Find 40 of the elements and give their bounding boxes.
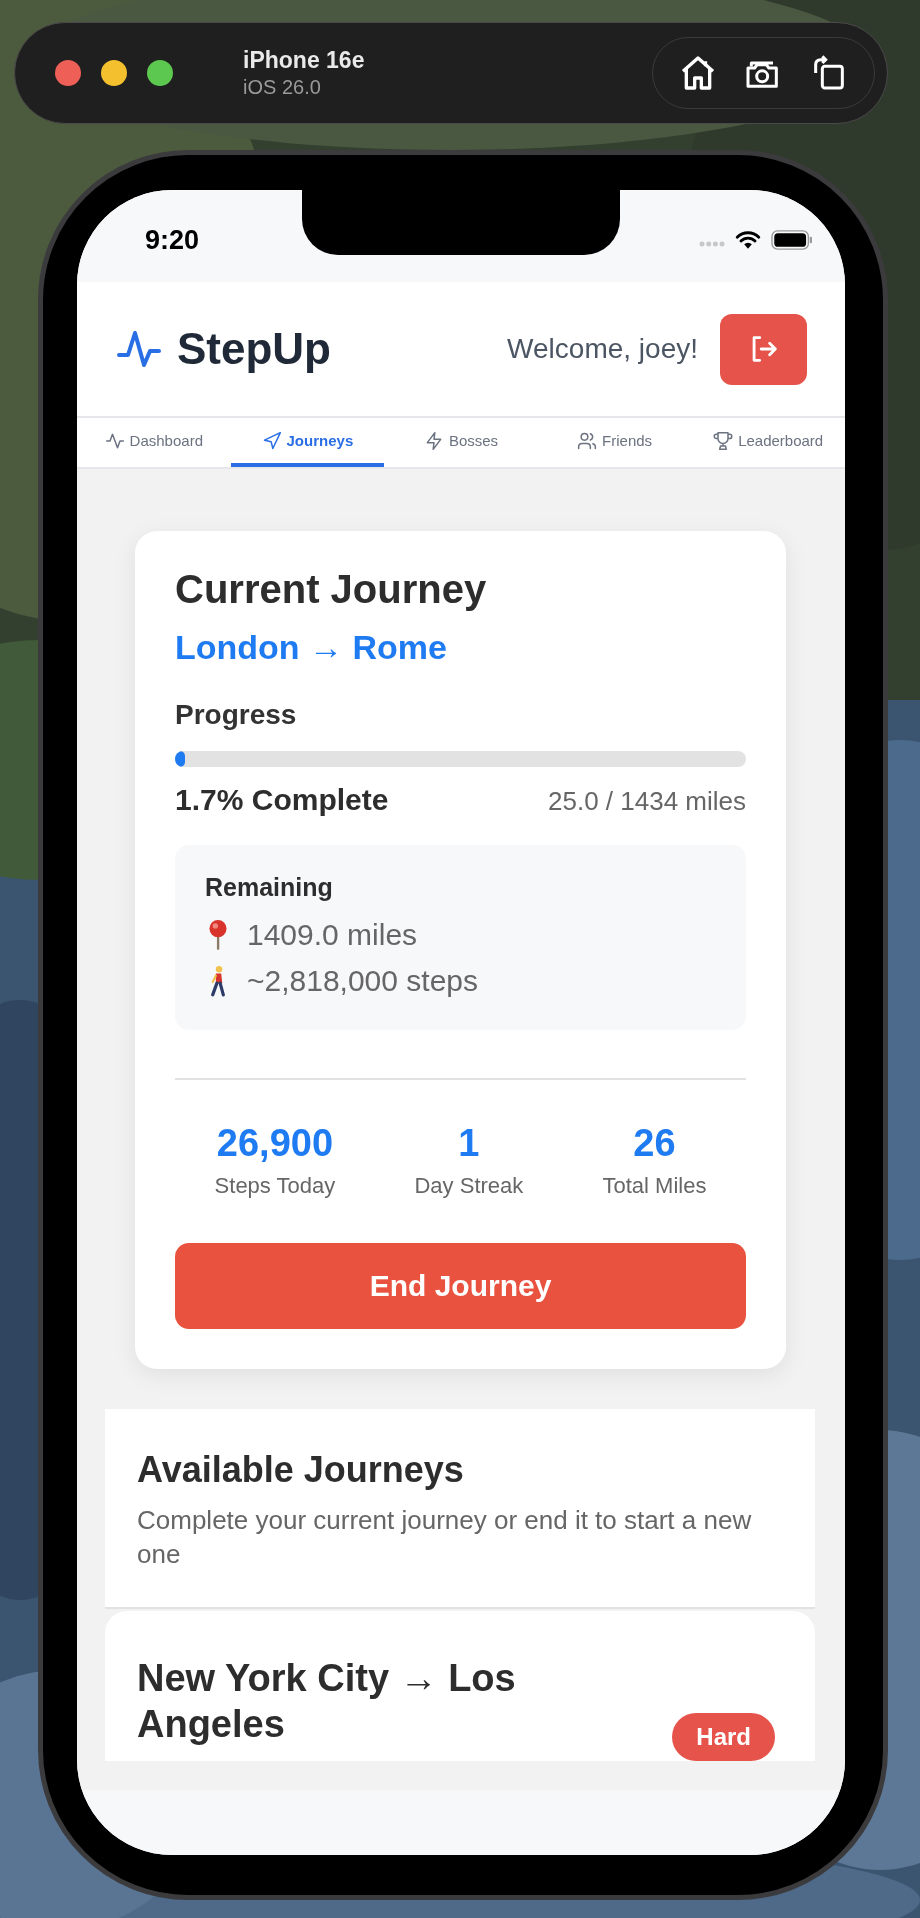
stat-label: Steps Today: [214, 1173, 336, 1199]
clock-time: 9:20: [145, 224, 200, 256]
trophy-icon: [713, 430, 734, 451]
welcome-text: Welcome, joey!: [507, 333, 698, 365]
stat-value: 1: [458, 1122, 480, 1165]
distance-text: 25.0 / 1434 miles: [548, 786, 746, 817]
section-title: Available Journeys: [137, 1449, 465, 1491]
remaining-title: Remaining: [205, 873, 334, 902]
stat-label: Day Streak: [414, 1173, 524, 1199]
percent-complete: 1.7% Complete: [175, 783, 389, 817]
zoom-button[interactable]: [147, 60, 173, 86]
end-journey-button[interactable]: End Journey: [175, 1243, 746, 1329]
nav-tab[interactable]: Bosses: [384, 418, 538, 467]
stat-value: 26,900: [216, 1122, 334, 1165]
pulse-icon: [117, 329, 161, 369]
progress-label: Progress: [175, 699, 298, 731]
navigation-arrow-icon: [261, 430, 282, 451]
section-subtitle: Complete your current journey or end it to start a new one: [137, 1504, 753, 1571]
route-text: London → Rome: [175, 628, 448, 667]
close-button[interactable]: [55, 60, 81, 86]
battery-icon: [771, 230, 813, 250]
device-name: iPhone 16e: [243, 47, 365, 74]
journey-list-card[interactable]: New York City → Los Angeles Hard: [105, 1611, 815, 1761]
nav-tab[interactable]: Friends: [537, 418, 692, 467]
nav-tab[interactable]: Dashboard: [77, 418, 231, 467]
os-version: iOS 26.0: [243, 76, 322, 99]
minimize-button[interactable]: [101, 60, 127, 86]
nav-tab[interactable]: Leaderboard: [691, 418, 845, 467]
signal-icon: [699, 241, 725, 247]
difficulty-tag: Hard: [672, 1713, 775, 1761]
card-title: Current Journey: [175, 567, 488, 612]
stat-label: Total Miles: [602, 1173, 707, 1199]
wifi-icon: [735, 230, 761, 250]
logout-button[interactable]: [720, 313, 807, 385]
people-icon: [577, 430, 598, 451]
app-name: StepUp: [177, 324, 331, 374]
remaining-value: 1409.0 miles: [247, 918, 418, 952]
remaining-value: ~2,818,000 steps: [247, 964, 479, 998]
journey-route: New York City → Los Angeles: [137, 1656, 517, 1747]
stat-value: 26: [633, 1122, 676, 1165]
